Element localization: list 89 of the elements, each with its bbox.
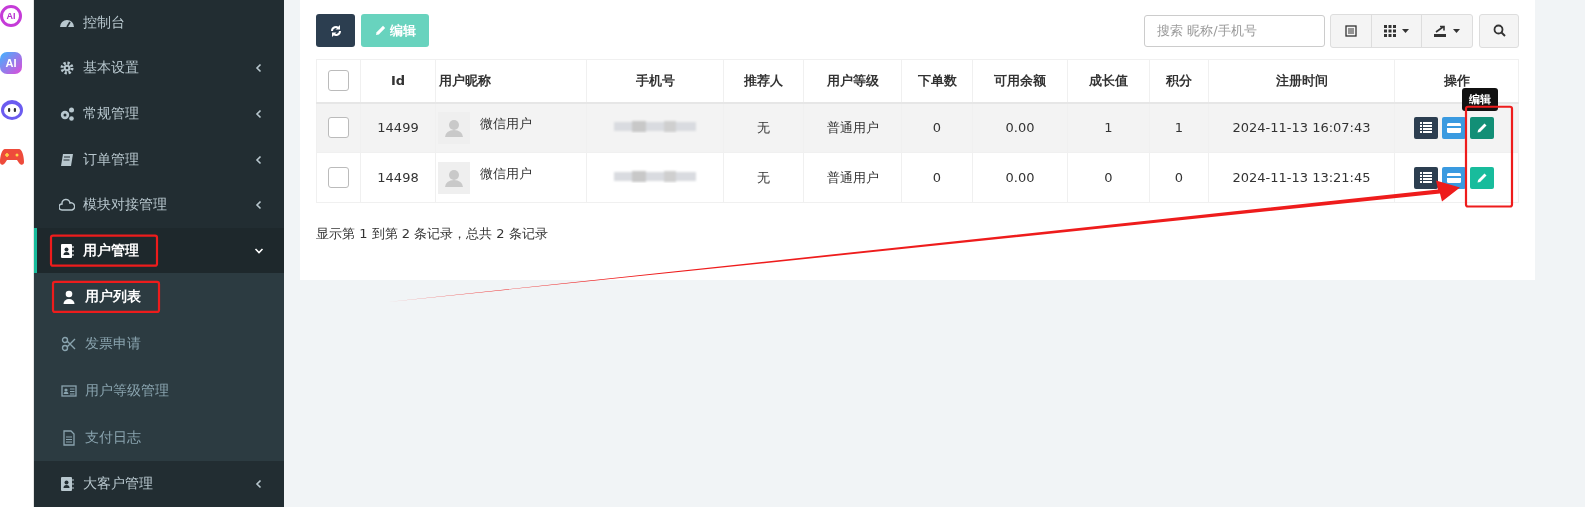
table-cell: 0	[1067, 152, 1150, 203]
table-cell: 0.00	[972, 102, 1068, 153]
ai-app-icon[interactable]: AI	[0, 5, 22, 27]
column-header: 注册时间	[1208, 59, 1395, 103]
cloud-icon	[59, 197, 75, 214]
contact-card-icon	[59, 476, 75, 493]
sidebar-item[interactable]: 常规管理	[34, 91, 284, 137]
column-header: 手机号	[586, 59, 724, 103]
export-button[interactable]	[1421, 13, 1473, 48]
user-icon	[61, 288, 77, 305]
column-header: 用户昵称	[435, 59, 587, 103]
column-header: 可用余额	[972, 59, 1068, 103]
column-header: 推荐人	[723, 59, 804, 103]
nickname-text: 微信用户	[480, 164, 532, 183]
sidebar-item[interactable]: 模块对接管理	[34, 182, 284, 228]
search-button[interactable]	[1479, 13, 1519, 48]
column-header: 用户等级	[803, 59, 902, 103]
settings-icon	[59, 60, 75, 77]
table-cell: 1	[1149, 102, 1209, 153]
export-icon	[1434, 24, 1447, 37]
chevron-left-icon	[254, 108, 264, 119]
row-checkbox[interactable]	[328, 167, 349, 188]
table-cell: 14498	[360, 152, 436, 203]
search-icon	[1492, 24, 1506, 37]
table-cell: 0	[901, 102, 973, 153]
grid-icon	[1384, 24, 1396, 37]
submenu-item[interactable]: 用户等级管理	[34, 367, 284, 415]
tooltip: 编辑	[1462, 87, 1498, 111]
table-cell: 无	[723, 152, 804, 203]
table-cell: 无	[723, 102, 804, 153]
submenu-item[interactable]: 发票申请	[34, 320, 284, 368]
book-icon	[59, 151, 75, 168]
card-button[interactable]	[1442, 116, 1466, 139]
chevron-left-icon	[254, 479, 264, 490]
table-cell: 0	[1149, 152, 1209, 203]
column-header: 成长值	[1067, 59, 1150, 103]
list-view-icon	[1345, 24, 1357, 37]
pencil-icon	[1477, 172, 1487, 183]
submenu-item[interactable]: 支付日志	[34, 414, 284, 462]
pencil-icon	[1477, 122, 1487, 133]
column-header: 积分	[1149, 59, 1209, 103]
caret-icon	[1402, 28, 1409, 33]
edit-button[interactable]	[1470, 166, 1494, 189]
detail-button[interactable]	[1414, 116, 1438, 139]
chevron-left-icon	[254, 200, 264, 211]
select-all-checkbox[interactable]	[328, 70, 349, 92]
sidebar-item[interactable]: 大客户管理	[34, 461, 284, 507]
robot-icon[interactable]	[0, 99, 24, 121]
caret-icon	[1453, 28, 1460, 33]
gears-icon	[59, 105, 75, 122]
scissors-icon	[61, 335, 77, 352]
chevron-left-icon	[254, 63, 264, 74]
sidebar-item[interactable]: 订单管理	[34, 136, 284, 183]
sidebar-item[interactable]: 控制台	[34, 0, 284, 46]
table-cell: 2024-11-13 16:07:43	[1208, 102, 1395, 153]
table-cell: 0.00	[972, 152, 1068, 203]
nickname-text: 微信用户	[480, 114, 532, 133]
toggle-view-button[interactable]	[1330, 13, 1372, 48]
id-card-icon	[61, 382, 77, 399]
pencil-icon	[374, 25, 386, 36]
card-button[interactable]	[1442, 166, 1466, 189]
sidebar-item[interactable]: 基本设置	[34, 45, 284, 92]
chevron-left-icon	[254, 154, 264, 165]
submenu-item[interactable]: 用户列表	[34, 273, 284, 321]
column-header: 下单数	[901, 59, 973, 103]
table-cell: 14499	[360, 102, 436, 153]
table-cell: 普通用户	[803, 102, 902, 153]
table-cell: 普通用户	[803, 152, 902, 203]
column-header: Id	[360, 59, 436, 103]
refresh-button[interactable]	[316, 14, 355, 47]
pagination-info: 显示第 1 到第 2 条记录，总共 2 条记录	[316, 225, 549, 243]
contact-card-icon	[59, 242, 75, 259]
credit-card-icon	[1447, 122, 1461, 133]
list-icon	[1420, 172, 1432, 183]
sidebar-item[interactable]: 用户管理	[34, 227, 284, 274]
columns-button[interactable]	[1371, 13, 1422, 48]
gamepad-icon[interactable]	[0, 146, 24, 166]
edit-button[interactable]	[1470, 116, 1494, 139]
search-field[interactable]: 搜索 昵称/手机号	[1144, 14, 1325, 47]
row-checkbox[interactable]	[328, 117, 349, 139]
refresh-icon	[329, 24, 342, 37]
detail-button[interactable]	[1414, 166, 1438, 189]
avatar-icon	[438, 161, 470, 194]
document-icon	[61, 429, 77, 446]
list-icon	[1420, 122, 1432, 134]
avatar-icon	[438, 111, 470, 144]
table-cell: 0	[901, 152, 973, 203]
table-cell: 1	[1067, 102, 1150, 153]
credit-card-icon	[1447, 172, 1461, 183]
